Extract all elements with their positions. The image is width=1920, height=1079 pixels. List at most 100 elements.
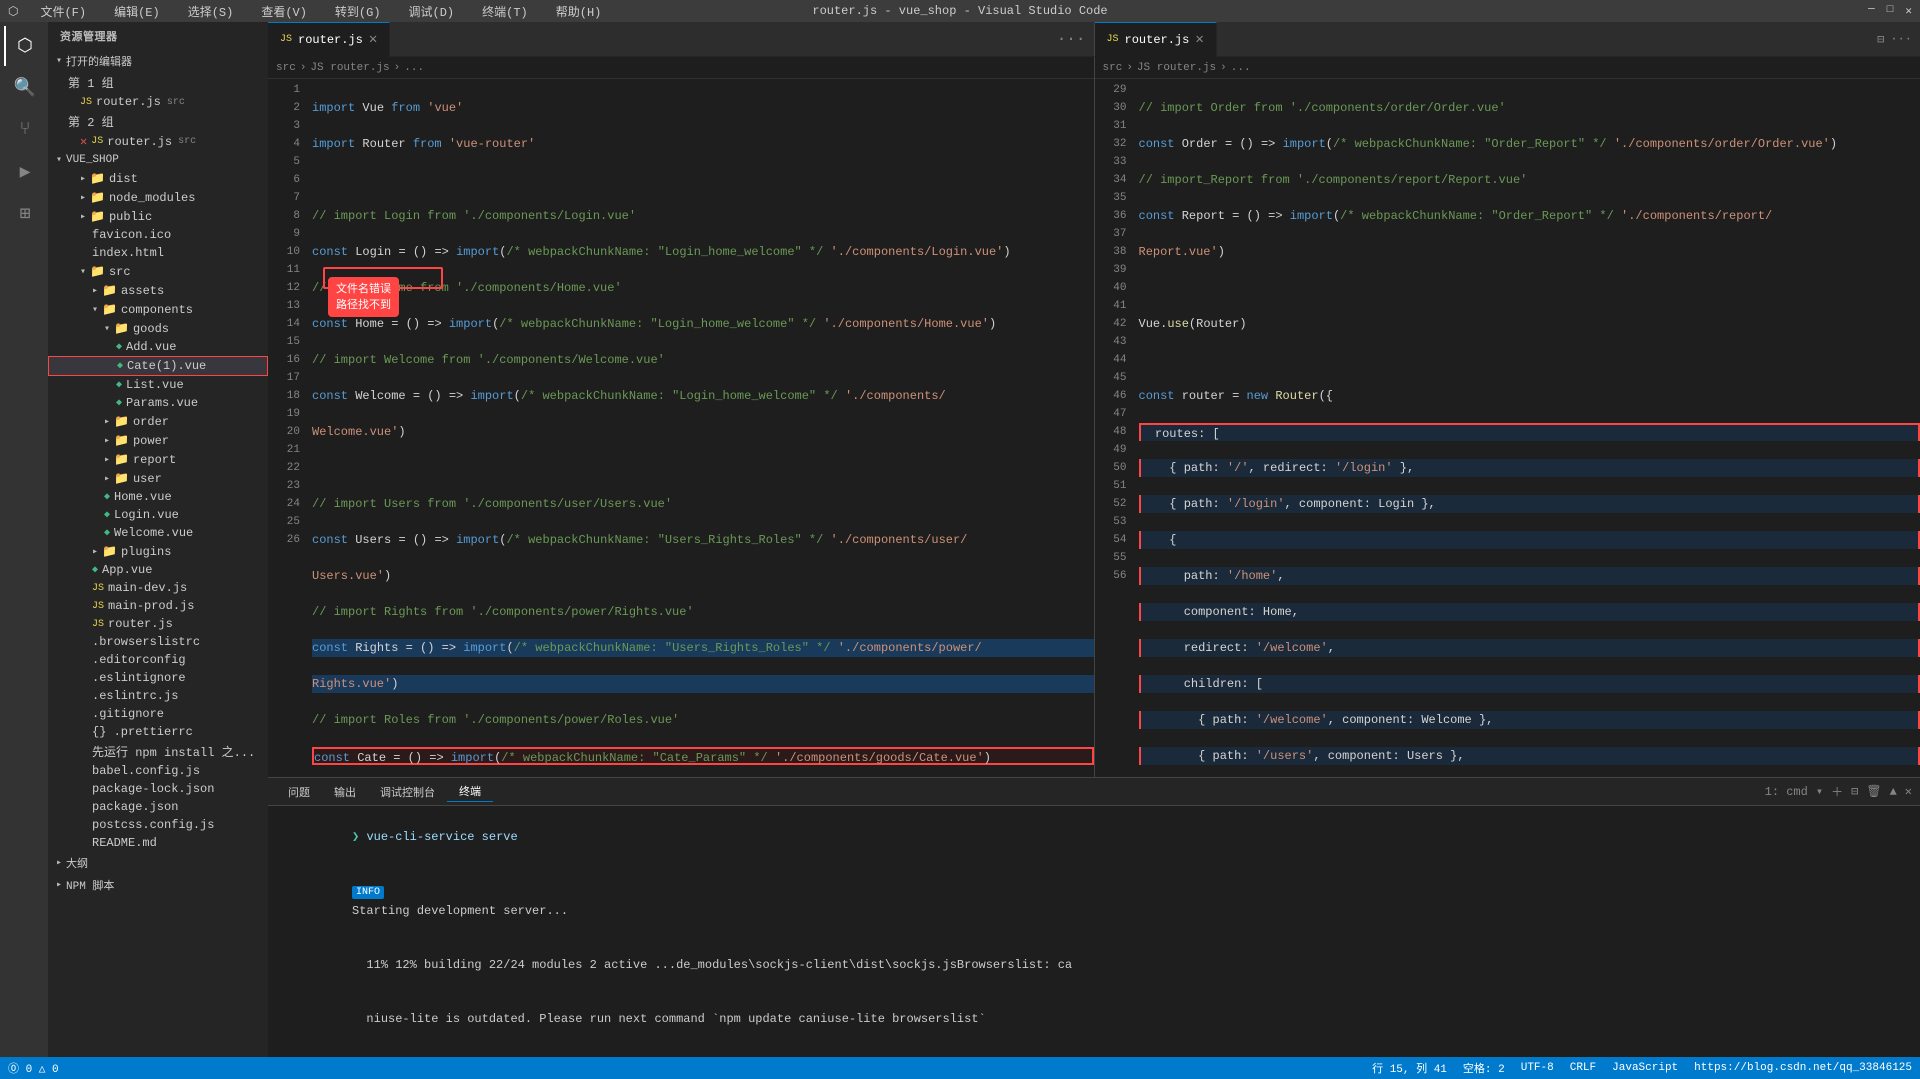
- file-main-prod[interactable]: JS main-prod.js: [48, 597, 268, 615]
- file-welcome-vue[interactable]: ◆ Welcome.vue: [48, 524, 268, 542]
- split-editor-icon[interactable]: ⊟: [1877, 32, 1884, 47]
- section-outline[interactable]: ▸大纲: [48, 852, 268, 874]
- activity-explorer[interactable]: ⬡: [4, 26, 44, 66]
- menu-file[interactable]: 文件(F): [34, 1, 92, 22]
- file-readme[interactable]: README.md: [48, 834, 268, 852]
- activity-bar: ⬡ 🔍 ⑂ ▶ ⊞: [0, 22, 48, 1057]
- activity-debug[interactable]: ▶: [4, 152, 44, 192]
- right-breadcrumb: src › JS router.js › ...: [1095, 57, 1920, 79]
- window-title: router.js - vue_shop - Visual Studio Cod…: [812, 4, 1107, 18]
- menu-view[interactable]: 查看(V): [255, 1, 313, 22]
- window-controls: ─ □ ✕: [1868, 4, 1912, 18]
- file-login-vue[interactable]: ◆ Login.vue: [48, 506, 268, 524]
- folder-power[interactable]: ▸📁 power: [48, 431, 268, 450]
- new-terminal-icon[interactable]: ＋: [1831, 783, 1843, 800]
- file-cate-vue[interactable]: ◆ Cate(1).vue: [48, 356, 268, 376]
- tab-terminal[interactable]: 终端: [447, 781, 493, 802]
- file-router-js[interactable]: JS router.js: [48, 615, 268, 633]
- maximize-button[interactable]: □: [1887, 4, 1894, 18]
- section-open-editors[interactable]: ▾ 打开的编辑器: [48, 50, 268, 72]
- file-editorconfig[interactable]: .editorconfig: [48, 651, 268, 669]
- file-favicon[interactable]: favicon.ico: [48, 226, 268, 244]
- close-button[interactable]: ✕: [1905, 4, 1912, 18]
- sidebar-title: 资源管理器: [48, 22, 268, 50]
- tab-debug-console[interactable]: 调试控制台: [368, 782, 447, 802]
- file-add-vue[interactable]: ◆ Add.vue: [48, 338, 268, 356]
- maximize-terminal-icon[interactable]: ▲: [1890, 785, 1897, 799]
- cursor-position: 行 15, 列 41: [1372, 1060, 1447, 1076]
- folder-plugins[interactable]: ▸📁 plugins: [48, 542, 268, 561]
- folder-order[interactable]: ▸📁 order: [48, 412, 268, 431]
- folder-public[interactable]: ▸📁 public: [48, 207, 268, 226]
- tab-close-right-icon[interactable]: ✕: [1195, 31, 1203, 48]
- group-2[interactable]: 第 2 组: [48, 111, 268, 132]
- sidebar: 资源管理器 ▾ 打开的编辑器 第 1 组 JS router.js src 第 …: [48, 22, 268, 1057]
- file-browserslistrc[interactable]: .browserslistrc: [48, 633, 268, 651]
- folder-dist[interactable]: ▸📁 dist: [48, 169, 268, 188]
- open-file-router-2[interactable]: ✕ JS router.js src: [48, 132, 268, 151]
- editor-more-actions[interactable]: ···: [1049, 30, 1094, 48]
- file-list-vue[interactable]: ◆ List.vue: [48, 376, 268, 394]
- terminal-content[interactable]: ❯ vue-cli-service serve INFO Starting de…: [268, 806, 1920, 1057]
- tab-problems[interactable]: 问题: [276, 782, 322, 802]
- section-vue-shop[interactable]: ▾ VUE_SHOP: [48, 151, 268, 169]
- file-eslintrc[interactable]: .eslintrc.js: [48, 687, 268, 705]
- file-prettierrc[interactable]: {} .prettierrc: [48, 723, 268, 741]
- folder-icon: 📁: [90, 209, 105, 224]
- tab-router-js-right[interactable]: JS router.js ✕: [1095, 22, 1217, 57]
- activity-git[interactable]: ⑂: [4, 110, 44, 150]
- group-1[interactable]: 第 1 组: [48, 72, 268, 93]
- status-right: 行 15, 列 41 空格: 2 UTF-8 CRLF JavaScript h…: [1372, 1060, 1912, 1076]
- file-app-vue[interactable]: ◆ App.vue: [48, 561, 268, 579]
- line-numbers-right: 29 30 31 32 33 34 35 36 37 38 39 40 41 4…: [1095, 79, 1135, 777]
- section-npm[interactable]: ▸NPM 脚本: [48, 874, 268, 896]
- file-eslintignore[interactable]: .eslintignore: [48, 669, 268, 687]
- menu-terminal[interactable]: 终端(T): [476, 1, 534, 22]
- tab-label-right: router.js: [1125, 33, 1190, 47]
- file-postcss[interactable]: postcss.config.js: [48, 816, 268, 834]
- file-params-vue[interactable]: ◆ Params.vue: [48, 394, 268, 412]
- menu-debug[interactable]: 调试(D): [403, 1, 461, 22]
- open-file-router-1[interactable]: JS router.js src: [48, 93, 268, 111]
- tab-close-icon[interactable]: ✕: [369, 31, 377, 48]
- close-terminal-icon[interactable]: ✕: [1905, 784, 1912, 799]
- left-editor-pane: src › JS router.js › ... 1 2 3 4 5 6 7: [268, 57, 1095, 777]
- file-home-vue[interactable]: ◆ Home.vue: [48, 488, 268, 506]
- folder-node-modules[interactable]: ▸📁 node_modules: [48, 188, 268, 207]
- file-gitignore[interactable]: .gitignore: [48, 705, 268, 723]
- folder-user[interactable]: ▸📁 user: [48, 469, 268, 488]
- minimize-button[interactable]: ─: [1868, 4, 1875, 18]
- menu-help[interactable]: 帮助(H): [550, 1, 608, 22]
- folder-assets[interactable]: ▸📁 assets: [48, 281, 268, 300]
- file-package-lock[interactable]: package-lock.json: [48, 780, 268, 798]
- file-package[interactable]: package.json: [48, 798, 268, 816]
- activity-search[interactable]: 🔍: [4, 68, 44, 108]
- folder-goods[interactable]: ▾📁 goods: [48, 319, 268, 338]
- git-status[interactable]: ⓪ 0 △ 0: [8, 1060, 59, 1076]
- close-icon[interactable]: ✕: [80, 134, 87, 149]
- file-index-html[interactable]: index.html: [48, 244, 268, 262]
- terminal-area: 问题 输出 调试控制台 终端 1: cmd ▾ ＋ ⊟ 🗑 ▲ ✕ ❯ vue-…: [268, 777, 1920, 1057]
- left-code-editor[interactable]: 1 2 3 4 5 6 7 8 9 10 11 12 13 14: [268, 79, 1094, 777]
- folder-components[interactable]: ▾📁 components: [48, 300, 268, 319]
- code-right: // import Order from './components/order…: [1135, 79, 1920, 777]
- activity-extensions[interactable]: ⊞: [4, 194, 44, 234]
- delete-terminal-icon[interactable]: 🗑: [1866, 784, 1881, 799]
- split-terminal-icon[interactable]: ⊟: [1851, 784, 1858, 799]
- file-babel[interactable]: babel.config.js: [48, 762, 268, 780]
- file-npm-install[interactable]: 先运行 npm install 之...: [48, 741, 268, 762]
- session-dropdown[interactable]: ▾: [1816, 784, 1823, 799]
- folder-src[interactable]: ▾📁 src: [48, 262, 268, 281]
- menu-select[interactable]: 选择(S): [182, 1, 240, 22]
- right-code-editor[interactable]: 29 30 31 32 33 34 35 36 37 38 39 40 41 4…: [1095, 79, 1920, 777]
- folder-report[interactable]: ▸📁 report: [48, 450, 268, 469]
- blog-link[interactable]: https://blog.csdn.net/qq_33846125: [1694, 1062, 1912, 1074]
- tab-output[interactable]: 输出: [322, 782, 368, 802]
- file-main-dev[interactable]: JS main-dev.js: [48, 579, 268, 597]
- menu-goto[interactable]: 转到(G): [329, 1, 387, 22]
- main-layout: ⬡ 🔍 ⑂ ▶ ⊞ 资源管理器 ▾ 打开的编辑器 第 1 组 JS router…: [0, 22, 1920, 1057]
- menu-edit[interactable]: 编辑(E): [108, 1, 166, 22]
- tab-router-js-left[interactable]: JS router.js ✕: [268, 22, 390, 57]
- more-actions-icon[interactable]: ···: [1890, 32, 1912, 46]
- language-mode[interactable]: JavaScript: [1612, 1062, 1678, 1074]
